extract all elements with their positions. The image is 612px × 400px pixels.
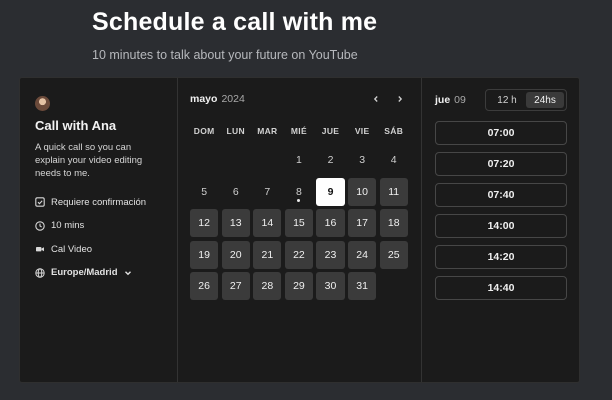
duration-label: 10 mins — [51, 220, 85, 231]
prev-month-button[interactable] — [371, 93, 381, 105]
calendar-day-available[interactable]: 15 — [284, 209, 314, 237]
calendar-day-available[interactable]: 11 — [379, 177, 408, 206]
calendar-day-available[interactable]: 26 — [190, 272, 219, 300]
time-slot-button[interactable]: 07:20 — [435, 152, 567, 176]
location-label: Cal Video — [51, 243, 93, 255]
calendar-day-available[interactable]: 30 — [316, 272, 345, 300]
calendar-year: 2024 — [221, 93, 245, 105]
calendar-day-available[interactable]: 12 — [190, 209, 219, 237]
time-slots-column: jue 09 12 h 24hs 07:00 07:20 07:40 14:00 14:2… — [422, 78, 579, 382]
weekday-label: DOM — [193, 126, 215, 136]
calendar-month: mayo — [190, 93, 218, 105]
format-24h-option[interactable]: 24hs — [526, 92, 564, 108]
calendar-day-available[interactable]: 27 — [221, 272, 250, 300]
timezone-selector[interactable]: Europe/Madrid — [35, 267, 163, 279]
calendar-column: mayo 2024 DOM LUN MAR MIÉ JUE VIE SÁB 12345678… — [178, 78, 422, 382]
calendar-day-available[interactable]: 24 — [347, 240, 377, 269]
calendar-day-available[interactable]: 19 — [190, 240, 219, 269]
confirmation-row: Requiere confirmación — [35, 196, 163, 208]
calendar-grid: 1 2 3 4 5 6 7 8 9 10 11 12 13 14 15 16 17 18 19 20 21 22 23 24 2… — [190, 146, 409, 300]
calendar-day-available[interactable]: 13 — [221, 209, 250, 237]
calendar-blank — [253, 146, 281, 174]
time-slot-button[interactable]: 14:00 — [435, 214, 567, 238]
calendar-day-unavailable: 3 — [359, 154, 366, 166]
video-camera-icon — [36, 247, 44, 252]
globe-icon — [35, 267, 45, 278]
time-slot-button[interactable]: 07:40 — [435, 183, 567, 207]
calendar-blank — [190, 146, 218, 174]
format-12h-option[interactable]: 12 h — [488, 92, 526, 108]
calendar-day-available[interactable]: 25 — [379, 240, 408, 269]
clock-icon — [35, 220, 45, 231]
calendar-day-available[interactable]: 17 — [347, 209, 377, 237]
time-slot-button[interactable]: 14:40 — [435, 276, 567, 300]
calendar-day-available[interactable]: 10 — [347, 177, 377, 206]
calendar-blank — [222, 146, 250, 174]
calendar-day-available[interactable]: 14 — [253, 209, 282, 237]
weekday-header: DOM LUN MAR MIÉ JUE VIE SÁB — [190, 124, 409, 138]
chevron-down-icon — [124, 270, 131, 275]
checkbox-icon — [35, 197, 45, 207]
time-format-toggle: 12 h 24hs — [485, 89, 567, 111]
calendar-day-available[interactable]: 18 — [379, 209, 408, 237]
weekday-label: LUN — [226, 126, 245, 136]
time-slot-list: 07:00 07:20 07:40 14:00 14:20 14:40 — [435, 121, 567, 300]
calendar-day-selected[interactable]: 9 — [316, 177, 345, 206]
calendar-day-unavailable: 7 — [264, 185, 271, 198]
event-description: A quick call so you can explain your vid… — [35, 142, 143, 179]
weekday-label: VIE — [354, 126, 370, 136]
chevron-right-icon — [398, 96, 403, 102]
chevron-left-icon — [373, 96, 378, 102]
calendar-day-unavailable: 6 — [232, 185, 239, 198]
calendar-day-available[interactable]: 22 — [284, 240, 314, 269]
calendar-day-unavailable: 8 — [285, 178, 313, 206]
weekday-label: MIÉ — [290, 126, 307, 136]
calendar-day-available[interactable]: 23 — [316, 240, 345, 269]
time-slot-button[interactable]: 14:20 — [435, 245, 567, 269]
booking-panel: Call with Ana A quick call so you can ex… — [19, 77, 580, 383]
calendar-day-available[interactable]: 28 — [253, 272, 282, 300]
calendar-day-available[interactable]: 21 — [253, 240, 282, 269]
calendar-day-unavailable: 1 — [296, 154, 302, 166]
calendar-day-available[interactable]: 31 — [347, 272, 377, 300]
duration-row: 10 mins — [35, 220, 163, 232]
calendar-day-unavailable: 4 — [390, 154, 397, 166]
page-subtitle: 10 minutes to talk about your future on … — [92, 48, 358, 62]
event-info-column: Call with Ana A quick call so you can ex… — [20, 78, 178, 382]
confirmation-label: Requiere confirmación — [51, 196, 147, 208]
calendar-day-unavailable: 5 — [201, 185, 208, 198]
avatar — [35, 96, 50, 111]
location-row: Cal Video — [35, 243, 163, 255]
calendar-header: mayo 2024 — [190, 92, 409, 106]
calendar-day-available[interactable]: 29 — [284, 272, 314, 300]
calendar-day-available[interactable]: 20 — [221, 240, 250, 269]
timezone-label: Europe/Madrid — [51, 267, 118, 278]
time-slot-button[interactable]: 07:00 — [435, 121, 567, 145]
selected-day-number: 09 — [454, 94, 466, 106]
next-month-button[interactable] — [395, 93, 405, 105]
weekday-label: MAR — [257, 126, 278, 136]
weekday-label: SÁB — [384, 126, 404, 136]
weekday-label: JUE — [321, 126, 340, 136]
selected-weekday: jue — [435, 94, 451, 106]
calendar-day-available[interactable]: 16 — [316, 209, 345, 237]
page-title: Schedule a call with me — [92, 8, 378, 36]
calendar-day-unavailable: 2 — [327, 154, 334, 166]
event-title: Call with Ana — [35, 118, 117, 133]
time-slots-header: jue 09 12 h 24hs — [435, 89, 567, 111]
